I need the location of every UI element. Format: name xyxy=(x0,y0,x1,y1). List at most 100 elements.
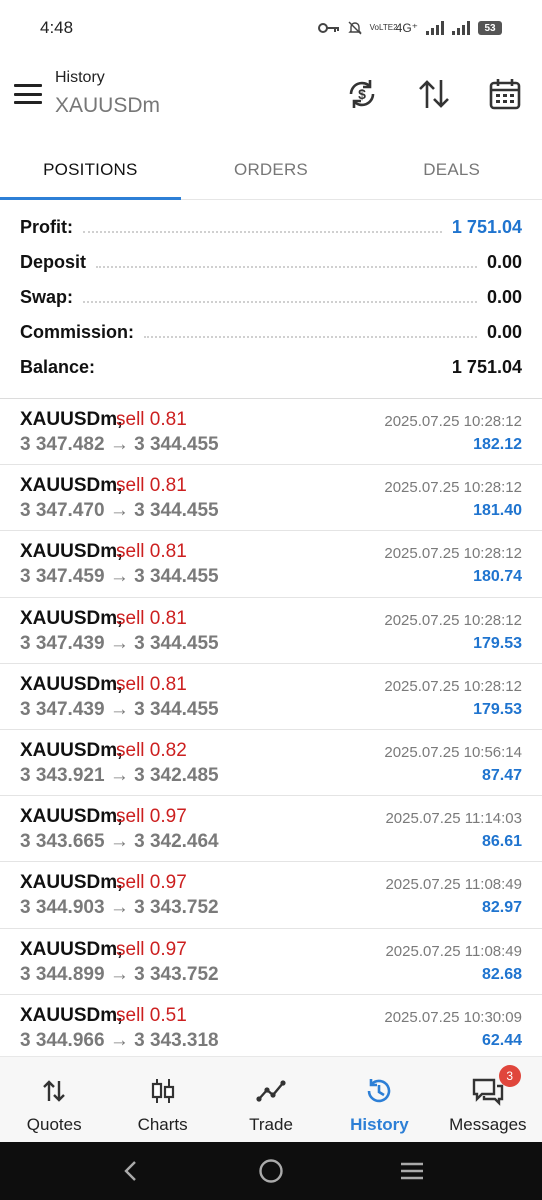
tab-deals[interactable]: DEALS xyxy=(361,140,542,199)
deal-side: sell 0.97 xyxy=(116,938,187,960)
list-item[interactable]: XAUUSDm, sell 0.97 3 344.899 → 3 343.752 … xyxy=(0,929,542,995)
tab-positions[interactable]: POSITIONS xyxy=(0,140,181,200)
currency-sync-button[interactable]: $ xyxy=(342,74,382,114)
deal-symbol: XAUUSDm, xyxy=(20,475,123,497)
open-price: 3 344.903 xyxy=(20,897,105,919)
tab-orders[interactable]: ORDERS xyxy=(181,140,362,199)
swap-value: 0.00 xyxy=(486,287,522,307)
open-price: 3 343.665 xyxy=(20,831,105,853)
menu-icon[interactable] xyxy=(14,84,42,104)
list-item[interactable]: XAUUSDm, sell 0.51 3 344.966 → 3 343.318 … xyxy=(0,995,542,1061)
deposit-value: 0.00 xyxy=(486,252,522,272)
commission-label: Commission: xyxy=(20,322,135,342)
arrow-icon: → xyxy=(109,500,129,522)
list-item[interactable]: XAUUSDm, sell 0.82 3 343.921 → 3 342.485 … xyxy=(0,730,542,797)
deal-side: sell 0.51 xyxy=(116,1004,187,1026)
deal-side: sell 0.81 xyxy=(116,409,187,430)
arrow-icon: → xyxy=(109,434,129,455)
open-price: 3 347.439 xyxy=(20,698,105,720)
arrow-icon: → xyxy=(109,764,129,786)
summary-block: Profit: 1 751.04 Deposit 0.00 Swap: 0.00… xyxy=(0,210,542,385)
deal-prices: 3 344.903 → 3 343.752 xyxy=(20,897,219,919)
network-label: 4G⁺ xyxy=(395,21,418,35)
deal-prices: 3 347.439 → 3 344.455 xyxy=(20,633,219,655)
deal-side: sell 0.81 xyxy=(116,673,187,695)
deal-symbol: XAUUSDm, xyxy=(20,409,123,430)
deal-profit: 181.40 xyxy=(473,502,522,520)
system-recents-button[interactable] xyxy=(392,1151,432,1191)
arrow-icon: → xyxy=(109,1029,129,1051)
list-item[interactable]: XAUUSDm, sell 0.81 3 347.439 → 3 344.455 … xyxy=(0,598,542,664)
deal-side: sell 0.81 xyxy=(116,607,187,629)
nav-charts[interactable]: Charts xyxy=(108,1057,216,1142)
calendar-button[interactable] xyxy=(485,74,525,114)
system-home-button[interactable] xyxy=(251,1151,291,1191)
list-item[interactable]: XAUUSDm, sell 0.81 3 347.470 → 3 344.455 … xyxy=(0,465,542,532)
list-item[interactable]: XAUUSDm, sell 0.81 3 347.439 → 3 344.455 … xyxy=(0,664,542,730)
deal-side: sell 0.81 xyxy=(116,475,187,497)
system-nav-bar xyxy=(0,1142,542,1200)
deal-symbol: XAUUSDm, xyxy=(20,607,123,629)
deal-prices: 3 344.899 → 3 343.752 xyxy=(20,964,219,986)
svg-text:$: $ xyxy=(358,86,366,102)
close-price: 3 344.455 xyxy=(134,500,219,522)
trade-icon xyxy=(256,1080,286,1102)
nav-messages[interactable]: Messages 3 xyxy=(434,1057,542,1142)
sort-button[interactable] xyxy=(414,74,454,114)
dotted-leader xyxy=(83,230,442,233)
balance-label: Balance: xyxy=(20,357,96,377)
close-price: 3 344.455 xyxy=(134,632,219,654)
history-icon xyxy=(368,1079,391,1103)
deal-profit: 82.97 xyxy=(481,899,522,917)
dotted-leader xyxy=(83,300,477,303)
list-item[interactable]: XAUUSDm, sell 0.81 3 347.459 → 3 344.455 … xyxy=(0,531,542,598)
deal-profit: 86.61 xyxy=(481,833,522,851)
open-price: 3 347.459 xyxy=(20,566,105,588)
summary-commission-row: Commission: 0.00 xyxy=(0,315,542,350)
list-item[interactable]: XAUUSDm, sell 0.97 3 343.665 → 3 342.464 … xyxy=(0,796,542,863)
arrow-icon: → xyxy=(109,897,129,919)
open-price: 3 343.921 xyxy=(20,764,105,786)
list-item[interactable]: XAUUSDm, sell 0.81 3 347.482 → 3 344.455 … xyxy=(0,399,542,466)
deal-prices: 3 347.470 → 3 344.455 xyxy=(20,500,219,522)
open-price: 3 347.439 xyxy=(20,632,105,654)
nav-trade[interactable]: Trade xyxy=(217,1057,325,1142)
sort-icon xyxy=(419,80,449,108)
deal-symbol: XAUUSDm, xyxy=(20,541,123,563)
deal-time: 2025.07.25 10:28:12 xyxy=(384,611,522,629)
dotted-leader xyxy=(96,265,477,268)
close-price: 3 343.752 xyxy=(134,963,219,985)
deal-prices: 3 343.665 → 3 342.464 xyxy=(20,831,219,853)
list-item[interactable]: XAUUSDm, sell 0.97 3 344.903 → 3 343.752 … xyxy=(0,862,542,929)
open-price: 3 344.899 xyxy=(20,963,105,985)
deal-prices: 3 344.966 → 3 343.318 xyxy=(20,1030,219,1052)
deal-prices: 3 347.439 → 3 344.455 xyxy=(20,699,219,721)
key-icon xyxy=(317,23,339,33)
arrow-icon: → xyxy=(109,831,129,853)
deal-time: 2025.07.25 10:28:12 xyxy=(384,479,522,497)
summary-balance-row: Balance: 1 751.04 xyxy=(0,350,542,385)
deal-symbol: XAUUSDm, xyxy=(20,872,123,894)
deal-profit: 82.68 xyxy=(481,965,522,983)
close-price: 3 342.485 xyxy=(134,764,219,786)
volte-label: VoLTE2 xyxy=(369,23,398,32)
deal-prices: 3 347.459 → 3 344.455 xyxy=(20,566,219,588)
nav-messages-label: Messages xyxy=(449,1115,527,1134)
deal-symbol: XAUUSDm, xyxy=(20,673,123,695)
mute-bell-icon xyxy=(347,21,362,35)
deal-time: 2025.07.25 10:28:12 xyxy=(384,545,522,563)
nav-quotes[interactable]: Quotes xyxy=(0,1057,108,1142)
deal-symbol: XAUUSDm, xyxy=(20,938,123,960)
dotted-leader xyxy=(144,335,477,338)
close-price: 3 342.464 xyxy=(134,831,219,853)
close-price: 3 343.318 xyxy=(134,1029,219,1051)
deal-time: 2025.07.25 10:28:12 xyxy=(384,677,522,695)
nav-history[interactable]: History xyxy=(325,1057,433,1142)
battery-icon: 53 xyxy=(478,21,502,35)
arrow-icon: → xyxy=(109,698,129,720)
symbol-subtitle[interactable]: XAUUSDm xyxy=(55,94,160,118)
system-back-button[interactable] xyxy=(110,1151,150,1191)
deal-symbol: XAUUSDm, xyxy=(20,806,123,828)
status-icons: VoLTE2 4G⁺ 53 xyxy=(317,21,502,35)
profit-label: Profit: xyxy=(20,217,73,237)
